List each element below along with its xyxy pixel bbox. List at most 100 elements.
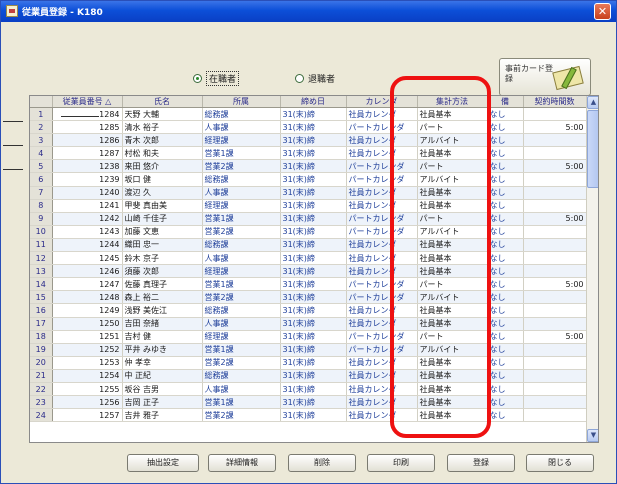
closing-day-cell[interactable]: 31(末)締 [280,225,347,239]
employee-number-cell[interactable]: 1243 [52,225,123,239]
table-row[interactable]: 19 1252 平井 みゆき 営業1課 31(末)締 パートカレンダ アルバイト なし [30,343,587,357]
department-cell[interactable]: 経理課 [202,330,281,344]
note-cell[interactable]: なし [487,186,524,200]
department-cell[interactable]: 営業1課 [202,395,281,410]
contract-hours-cell[interactable] [523,199,587,213]
closing-day-cell[interactable]: 31(末)締 [280,251,347,266]
closing-day-cell[interactable]: 31(末)締 [280,186,347,200]
table-row[interactable]: 7 1240 渡辺 久人事課 31(末)締 社員カレンダ 社員基本 なし [30,186,587,200]
employee-number-cell[interactable]: 1253 [52,356,123,370]
print-button[interactable]: 印刷 [367,454,435,472]
col-header-employee-number[interactable]: 従業員番号 △ [52,96,123,108]
department-cell[interactable]: 営業2課 [202,290,281,305]
note-cell[interactable]: なし [487,382,524,397]
table-row[interactable]: 18 1251 吉村 健経理課 31(末)締 パートカレンダ パート なし 5:00 [30,330,587,344]
name-cell[interactable]: 坂口 健 [122,172,203,187]
employee-number-cell[interactable]: 1242 [52,212,123,226]
employee-number-cell[interactable]: 1248 [52,290,123,305]
employee-grid[interactable]: 従業員番号 △ 氏名 所属 締め日 カレンダ 集計方法 備 契約時間数 1 128… [29,95,599,443]
table-row[interactable]: 13 1246 須藤 次郎 経理課 31(末)締 社員カレンダ 社員基本 なし [30,264,587,279]
employee-number-cell[interactable]: 1285 [52,120,123,135]
closing-day-cell[interactable]: 31(末)締 [280,303,347,318]
department-cell[interactable]: 経理課 [202,199,281,213]
employee-number-cell[interactable]: 1287 [52,146,123,161]
scroll-thumb[interactable] [587,110,598,188]
closing-day-cell[interactable]: 31(末)締 [280,133,347,148]
contract-hours-cell[interactable] [523,317,587,331]
closing-day-cell[interactable]: 31(末)締 [280,290,347,305]
close-icon[interactable]: ✕ [594,3,611,20]
contract-hours-cell[interactable] [523,133,587,148]
employee-number-cell[interactable]: 1284 [52,107,123,122]
department-cell[interactable]: 人事課 [202,186,281,200]
department-cell[interactable]: 総務課 [202,172,281,187]
note-cell[interactable]: なし [487,330,524,344]
table-row[interactable]: 4 1287 村松 和夫 営業1課 31(末)締 社員カレンダ 社員基本 なし [30,146,587,161]
closing-day-cell[interactable]: 31(末)締 [280,408,347,423]
radio-active[interactable]: 在職者 [193,70,240,86]
department-cell[interactable]: 人事課 [202,251,281,266]
department-cell[interactable]: 総務課 [202,238,281,253]
table-row[interactable]: 14 1247 佐藤 真理子 営業1課 31(末)締 パートカレンダ パート なし 5:00 [30,277,587,292]
name-cell[interactable]: 山崎 千佳子 [122,212,203,226]
closing-day-cell[interactable]: 31(末)締 [280,159,347,174]
contract-hours-cell[interactable] [523,225,587,239]
contract-hours-cell[interactable]: 5:00 [523,120,587,135]
table-row[interactable]: 23 1256 吉岡 正子 営業1課 31(末)締 社員カレンダ 社員基本 なし [30,395,587,410]
department-cell[interactable]: 経理課 [202,133,281,148]
col-header-note[interactable]: 備 [487,96,524,108]
table-row[interactable]: 8 1241 甲斐 真由美 経理課 31(末)締 社員カレンダ 社員基本 なし [30,199,587,213]
detail-button[interactable]: 詳細情報 [208,454,276,472]
name-cell[interactable]: 須藤 次郎 [122,264,203,279]
table-row[interactable]: 6 1239 坂口 健総務課 31(末)締 パートカレンダ アルバイト なし [30,172,587,187]
closing-day-cell[interactable]: 31(末)締 [280,382,347,397]
department-cell[interactable]: 営業2課 [202,356,281,370]
note-cell[interactable]: なし [487,303,524,318]
department-cell[interactable]: 営業1課 [202,212,281,226]
closing-day-cell[interactable]: 31(末)締 [280,343,347,357]
table-row[interactable]: 21 1254 中 正紀 総務課 31(末)締 社員カレンダ 社員基本 なし [30,369,587,383]
contract-hours-cell[interactable] [523,107,587,122]
contract-hours-cell[interactable] [523,382,587,397]
department-cell[interactable]: 営業1課 [202,343,281,357]
contract-hours-cell[interactable] [523,264,587,279]
closing-day-cell[interactable]: 31(末)締 [280,238,347,253]
employee-number-cell[interactable]: 1241 [52,199,123,213]
note-cell[interactable]: なし [487,395,524,410]
note-cell[interactable]: なし [487,290,524,305]
employee-number-cell[interactable]: 1247 [52,277,123,292]
scroll-down-icon[interactable]: ▼ [587,429,598,442]
condition-button[interactable]: 抽出設定 [127,454,199,472]
close-button[interactable]: 閉じる [526,454,594,472]
note-cell[interactable]: なし [487,212,524,226]
department-cell[interactable]: 人事課 [202,317,281,331]
employee-number-cell[interactable]: 1244 [52,238,123,253]
note-cell[interactable]: なし [487,264,524,279]
contract-hours-cell[interactable] [523,146,587,161]
contract-hours-cell[interactable] [523,251,587,266]
closing-day-cell[interactable]: 31(末)締 [280,120,347,135]
name-cell[interactable]: 鈴木 京子 [122,251,203,266]
name-cell[interactable]: 来田 悠介 [122,159,203,174]
note-cell[interactable]: なし [487,238,524,253]
table-row[interactable]: 9 1242 山崎 千佳子 営業1課 31(末)締 パートカレンダ パート なし 5:00 [30,212,587,226]
table-row[interactable]: 22 1255 坂谷 吉男 人事課 31(末)締 社員カレンダ 社員基本 なし [30,382,587,397]
employee-number-cell[interactable]: 1255 [52,382,123,397]
name-cell[interactable]: 中 正紀 [122,369,203,383]
name-cell[interactable]: 吉井 雅子 [122,408,203,423]
table-row[interactable]: 11 1244 織田 忠一 総務課 31(末)締 社員カレンダ 社員基本 なし [30,238,587,253]
contract-hours-cell[interactable]: 5:00 [523,277,587,292]
department-cell[interactable]: 営業2課 [202,408,281,423]
name-cell[interactable]: 天野 大輔 [122,107,203,122]
note-cell[interactable]: なし [487,277,524,292]
table-row[interactable]: 24 1257 吉井 雅子 営業2課 31(末)締 社員カレンダ 社員基本 なし [30,408,587,423]
note-cell[interactable]: なし [487,225,524,239]
name-cell[interactable]: 浅野 美佐江 [122,303,203,318]
note-cell[interactable]: なし [487,356,524,370]
note-cell[interactable]: なし [487,159,524,174]
name-cell[interactable]: 青木 次郎 [122,133,203,148]
employee-number-cell[interactable]: 1251 [52,330,123,344]
name-cell[interactable]: 村松 和夫 [122,146,203,161]
employee-number-cell[interactable]: 1286 [52,133,123,148]
name-cell[interactable]: 甲斐 真由美 [122,199,203,213]
